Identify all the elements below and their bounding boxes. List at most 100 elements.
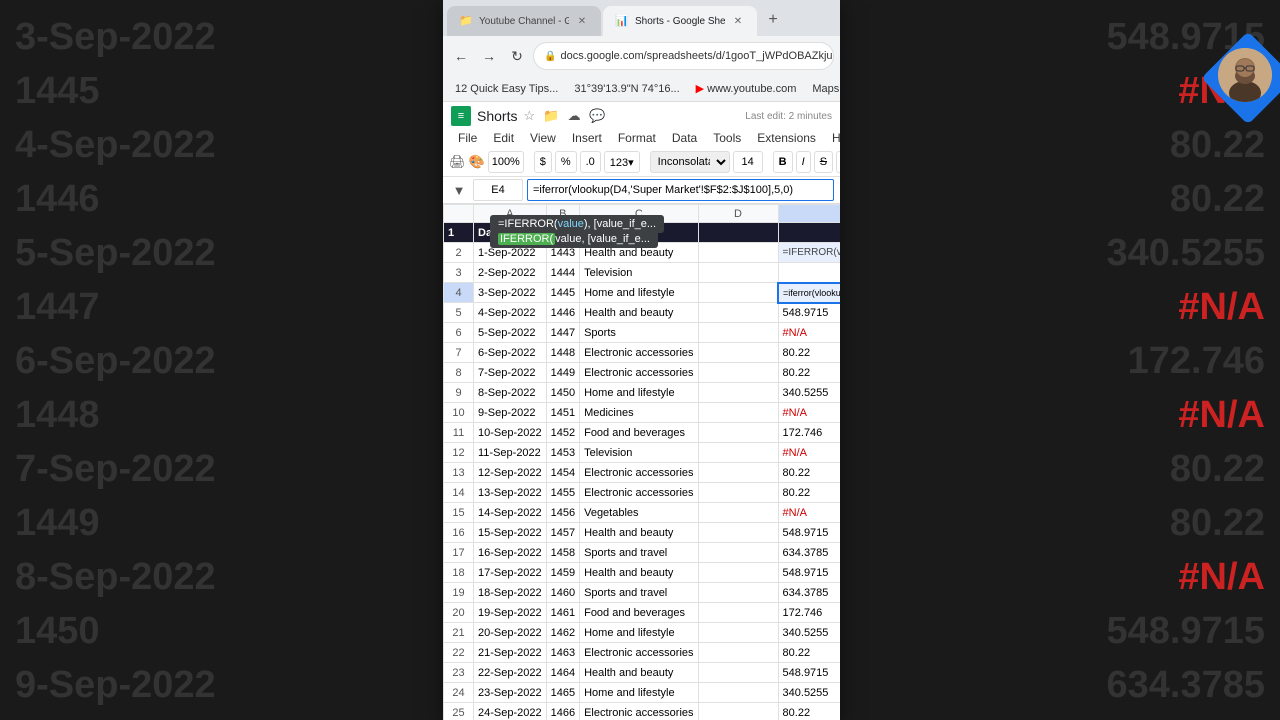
cell-b15[interactable]: 1456 (546, 503, 579, 523)
cell-c22[interactable]: Electronic accessories (580, 643, 698, 663)
table-row[interactable]: 19 18-Sep-2022 1460 Sports and travel 63… (444, 583, 841, 603)
cell-e9[interactable]: 340.5255 (778, 383, 840, 403)
cell-c18[interactable]: Health and beauty (580, 563, 698, 583)
cell-c5[interactable]: Health and beauty (580, 303, 698, 323)
cell-b3[interactable]: 1444 (546, 263, 579, 283)
cell-a8[interactable]: 7-Sep-2022 (474, 363, 547, 383)
cell-c9[interactable]: Home and lifestyle (580, 383, 698, 403)
italic-btn[interactable]: I (796, 151, 811, 173)
cell-e11[interactable]: 172.746 (778, 423, 840, 443)
menu-insert[interactable]: Insert (565, 128, 609, 148)
cell-d10[interactable] (698, 403, 778, 423)
cell-b21[interactable]: 1462 (546, 623, 579, 643)
cell-a18[interactable]: 17-Sep-2022 (474, 563, 547, 583)
cell-e20[interactable]: 172.746 (778, 603, 840, 623)
drive-tab-close[interactable]: ✕ (575, 14, 589, 28)
format-dec-btn[interactable]: .0 (580, 151, 601, 173)
cell-e25[interactable]: 80.22 (778, 703, 840, 720)
cell-b4[interactable]: 1445 (546, 283, 579, 303)
cell-a3[interactable]: 2-Sep-2022 (474, 263, 547, 283)
cell-d25[interactable] (698, 703, 778, 720)
cell-b24[interactable]: 1465 (546, 683, 579, 703)
cell-d9[interactable] (698, 383, 778, 403)
cell-a9[interactable]: 8-Sep-2022 (474, 383, 547, 403)
formula-content[interactable]: =iferror(vlookup(D4,'Super Market'!$F$2:… (527, 179, 834, 201)
cell-d4[interactable] (698, 283, 778, 303)
cell-c11[interactable]: Food and beverages (580, 423, 698, 443)
cell-e5[interactable]: 548.9715 (778, 303, 840, 323)
table-row[interactable]: 15 14-Sep-2022 1456 Vegetables #N/A (444, 503, 841, 523)
cell-b19[interactable]: 1460 (546, 583, 579, 603)
cell-c13[interactable]: Electronic accessories (580, 463, 698, 483)
cell-a20[interactable]: 19-Sep-2022 (474, 603, 547, 623)
cell-d2[interactable] (698, 243, 778, 263)
bookmark-1[interactable]: 12 Quick Easy Tips... (451, 81, 562, 97)
table-row[interactable]: 9 8-Sep-2022 1450 Home and lifestyle 340… (444, 383, 841, 403)
table-row[interactable]: 4 3-Sep-2022 1445 Home and lifestyle =if… (444, 283, 841, 303)
cell-c4[interactable]: Home and lifestyle (580, 283, 698, 303)
cell-e24[interactable]: 340.5255 (778, 683, 840, 703)
table-row[interactable]: 23 22-Sep-2022 1464 Health and beauty 54… (444, 663, 841, 683)
cell-d20[interactable] (698, 603, 778, 623)
format-num-btn[interactable]: 123▾ (604, 151, 640, 173)
font-select[interactable]: Inconsolata (650, 151, 730, 173)
table-row[interactable]: 6 5-Sep-2022 1447 Sports #N/A (444, 323, 841, 343)
bookmark-youtube[interactable]: ▶ www.youtube.com (692, 80, 801, 97)
cell-e15[interactable]: #N/A (778, 503, 840, 523)
folder-icon[interactable]: 📁 (541, 106, 561, 126)
cell-c7[interactable]: Electronic accessories (580, 343, 698, 363)
cell-d7[interactable] (698, 343, 778, 363)
cell-d17[interactable] (698, 543, 778, 563)
cell-d5[interactable] (698, 303, 778, 323)
cell-a23[interactable]: 22-Sep-2022 (474, 663, 547, 683)
cell-b18[interactable]: 1459 (546, 563, 579, 583)
cell-a24[interactable]: 23-Sep-2022 (474, 683, 547, 703)
cell-e21[interactable]: 340.5255 (778, 623, 840, 643)
cell-d14[interactable] (698, 483, 778, 503)
cell-b9[interactable]: 1450 (546, 383, 579, 403)
cell-d18[interactable] (698, 563, 778, 583)
table-row[interactable]: 3 2-Sep-2022 1444 Television (444, 263, 841, 283)
color-btn[interactable]: A (836, 151, 840, 173)
cell-b20[interactable]: 1461 (546, 603, 579, 623)
cell-reference-input[interactable] (473, 179, 523, 201)
bookmark-2[interactable]: 31°39'13.9"N 74°16... (570, 81, 683, 97)
cell-e3[interactable] (778, 263, 840, 283)
cell-a16[interactable]: 15-Sep-2022 (474, 523, 547, 543)
cell-c20[interactable]: Food and beverages (580, 603, 698, 623)
cell-b11[interactable]: 1452 (546, 423, 579, 443)
cell-e23[interactable]: 548.9715 (778, 663, 840, 683)
cell-a25[interactable]: 24-Sep-2022 (474, 703, 547, 720)
cell-e8[interactable]: 80.22 (778, 363, 840, 383)
refresh-button[interactable]: ↻ (505, 44, 529, 68)
cell-c6[interactable]: Sports (580, 323, 698, 343)
cell-e17[interactable]: 634.3785 (778, 543, 840, 563)
new-tab-button[interactable]: + (759, 6, 787, 34)
zoom-input[interactable] (488, 151, 524, 173)
table-row[interactable]: 21 20-Sep-2022 1462 Home and lifestyle 3… (444, 623, 841, 643)
cell-a5[interactable]: 4-Sep-2022 (474, 303, 547, 323)
percent-btn[interactable]: % (555, 151, 577, 173)
star-icon[interactable]: ☆ (523, 108, 535, 124)
cell-e14[interactable]: 80.22 (778, 483, 840, 503)
cell-c14[interactable]: Electronic accessories (580, 483, 698, 503)
cell-c23[interactable]: Health and beauty (580, 663, 698, 683)
cell-e6[interactable]: #N/A (778, 323, 840, 343)
cell-d3[interactable] (698, 263, 778, 283)
table-row[interactable]: 25 24-Sep-2022 1466 Electronic accessori… (444, 703, 841, 720)
cell-d19[interactable] (698, 583, 778, 603)
cell-c15[interactable]: Vegetables (580, 503, 698, 523)
menu-extensions[interactable]: Extensions (750, 128, 823, 148)
menu-tools[interactable]: Tools (706, 128, 748, 148)
cell-c25[interactable]: Electronic accessories (580, 703, 698, 720)
cell-c3[interactable]: Television (580, 263, 698, 283)
table-row[interactable]: 14 13-Sep-2022 1455 Electronic accessori… (444, 483, 841, 503)
cell-b5[interactable]: 1446 (546, 303, 579, 323)
table-row[interactable]: 12 11-Sep-2022 1453 Television #N/A (444, 443, 841, 463)
paint-icon[interactable]: 🎨 (469, 152, 485, 172)
cell-e22[interactable]: 80.22 (778, 643, 840, 663)
menu-edit[interactable]: Edit (486, 128, 521, 148)
table-row[interactable]: 17 16-Sep-2022 1458 Sports and travel 63… (444, 543, 841, 563)
cell-c19[interactable]: Sports and travel (580, 583, 698, 603)
cell-b7[interactable]: 1448 (546, 343, 579, 363)
